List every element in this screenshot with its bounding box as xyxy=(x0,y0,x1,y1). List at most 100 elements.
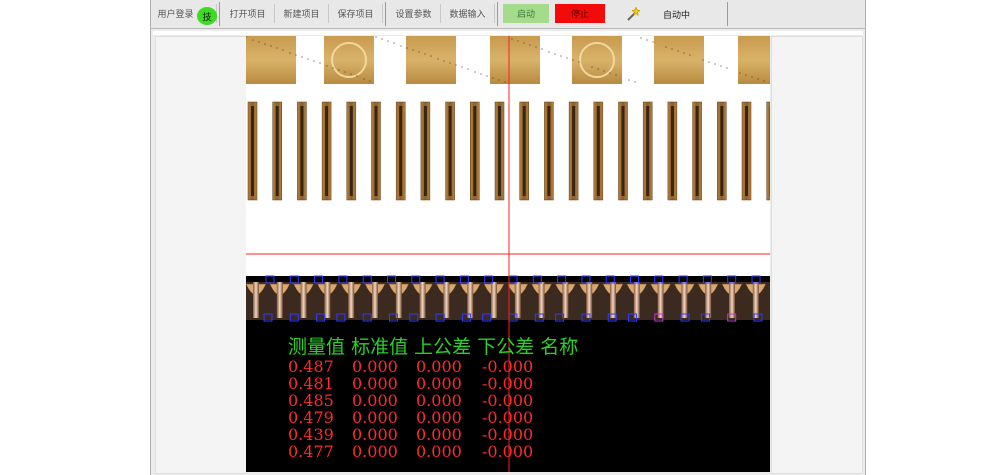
pad-speckle xyxy=(424,53,426,55)
finger-slot xyxy=(745,106,748,196)
measured-value: 0.481 xyxy=(288,374,334,393)
pad-speckle xyxy=(381,38,383,40)
connector-pin xyxy=(348,282,355,318)
pad-speckle xyxy=(313,60,315,62)
finger-pad xyxy=(766,101,770,201)
pad-speckle xyxy=(437,58,439,60)
connector-pin xyxy=(419,282,426,318)
connector-pin xyxy=(253,282,259,318)
standard-value: 0.000 xyxy=(352,374,398,393)
pad-speckle xyxy=(252,39,254,41)
roi-box-top xyxy=(654,275,664,284)
gold-pad xyxy=(654,36,704,84)
lower-tol-value: -0.000 xyxy=(482,374,534,393)
measured-value: 0.439 xyxy=(288,425,334,444)
roi-box-top xyxy=(751,275,761,284)
finger-slot xyxy=(547,106,551,196)
connector-pin xyxy=(300,282,307,318)
connector-pin xyxy=(657,282,664,318)
view-top-strip xyxy=(153,31,863,35)
pad-speckle xyxy=(375,36,377,38)
pad-speckle xyxy=(307,58,309,60)
pad-speckle xyxy=(319,62,321,64)
roi-box-top xyxy=(265,275,275,284)
header-measured: 测量值 xyxy=(288,336,346,358)
pad-speckle xyxy=(578,61,580,63)
finger-slot xyxy=(251,106,254,196)
pad-speckle xyxy=(628,79,630,81)
roi-box-top xyxy=(338,275,348,284)
finger-slot xyxy=(720,106,724,196)
standard-value: 0.000 xyxy=(352,442,398,461)
roi-box-top xyxy=(362,275,372,284)
pad-speckle xyxy=(591,66,593,68)
top-pads xyxy=(246,36,770,84)
pad-speckle xyxy=(449,62,451,64)
result-row: 0.485 0.000 0.000 -0.000 xyxy=(288,392,578,409)
pad-speckle xyxy=(412,49,414,51)
results-rows: 0.487 0.000 0.000 -0.000 0.481 0.000 0.000 -0.0… xyxy=(288,358,578,460)
pad-speckle xyxy=(708,61,710,63)
user-level-badge: 技 xyxy=(197,7,217,25)
finger-slot xyxy=(275,106,279,196)
right-empty-panel xyxy=(771,36,863,474)
settings-button[interactable]: 设置参数 xyxy=(387,4,441,23)
camera-image-view[interactable]: 测量值 标准值 上公差 下公差 名称 0.487 0.000 0.000 -0.000… xyxy=(246,36,770,472)
pad-speckle xyxy=(492,77,494,79)
data-input-button[interactable]: 数据输入 xyxy=(441,4,495,23)
pad-speckle xyxy=(363,78,365,80)
pad-speckle xyxy=(665,46,667,48)
pad-speckle xyxy=(461,66,463,68)
pad-speckle xyxy=(486,75,488,77)
roi-box-top xyxy=(702,275,712,284)
save-project-button[interactable]: 保存项目 xyxy=(329,4,383,23)
finger-slot xyxy=(300,106,304,196)
start-button[interactable]: 启动 xyxy=(503,4,549,23)
pad-speckle xyxy=(677,50,679,52)
pad-speckle xyxy=(344,71,346,73)
connector-pin xyxy=(395,282,402,318)
pad-speckle xyxy=(751,76,753,78)
finger-slot xyxy=(349,106,353,196)
finger-slot xyxy=(473,106,477,196)
roi-box-top xyxy=(484,275,494,284)
pad-speckle xyxy=(332,67,334,69)
result-row: 0.477 0.000 0.000 -0.000 xyxy=(288,443,578,460)
app-window: 用户登录 技 打开项目 新建项目 保存项目 设置参数 数据输入 启动 停止 自动… xyxy=(150,0,866,475)
finger-slot xyxy=(646,106,650,196)
standard-value: 0.000 xyxy=(352,391,398,410)
connector-pin xyxy=(514,282,521,318)
result-row: 0.479 0.000 0.000 -0.000 xyxy=(288,409,578,426)
measured-value: 0.487 xyxy=(288,357,334,376)
measured-value: 0.479 xyxy=(288,408,334,427)
pad-speckle xyxy=(757,78,759,80)
toolbar-separator xyxy=(727,2,728,26)
pad-speckle xyxy=(356,75,358,77)
pad-speckle xyxy=(474,71,476,73)
standard-value: 0.000 xyxy=(352,425,398,444)
pad-speckle xyxy=(548,51,550,53)
connector-pin xyxy=(610,282,616,318)
roi-box-top xyxy=(581,275,591,284)
pad-speckle xyxy=(326,65,328,67)
pad-speckle xyxy=(480,73,482,75)
result-row: 0.481 0.000 0.000 -0.000 xyxy=(288,375,578,392)
stop-button[interactable]: 停止 xyxy=(555,4,605,23)
roi-box-top xyxy=(289,275,299,284)
header-name: 名称 xyxy=(540,336,579,358)
finger-slot xyxy=(695,106,699,196)
run-status-text: 自动中 xyxy=(663,11,691,21)
connector-pin xyxy=(443,282,450,318)
magic-wand-icon[interactable] xyxy=(625,6,641,22)
connector-pin xyxy=(729,282,735,318)
result-row: 0.487 0.000 0.000 -0.000 xyxy=(288,358,578,375)
pad-speckle xyxy=(726,67,728,69)
pad-speckle xyxy=(443,60,445,62)
gold-pad xyxy=(738,36,770,84)
connector-pin xyxy=(491,282,497,318)
roi-box-top xyxy=(435,275,445,284)
open-project-button[interactable]: 打开项目 xyxy=(221,4,275,23)
toolbar: 用户登录 技 打开项目 新建项目 保存项目 设置参数 数据输入 启动 停止 自动… xyxy=(151,0,865,29)
new-project-button[interactable]: 新建项目 xyxy=(275,4,329,23)
pad-speckle xyxy=(258,41,260,43)
